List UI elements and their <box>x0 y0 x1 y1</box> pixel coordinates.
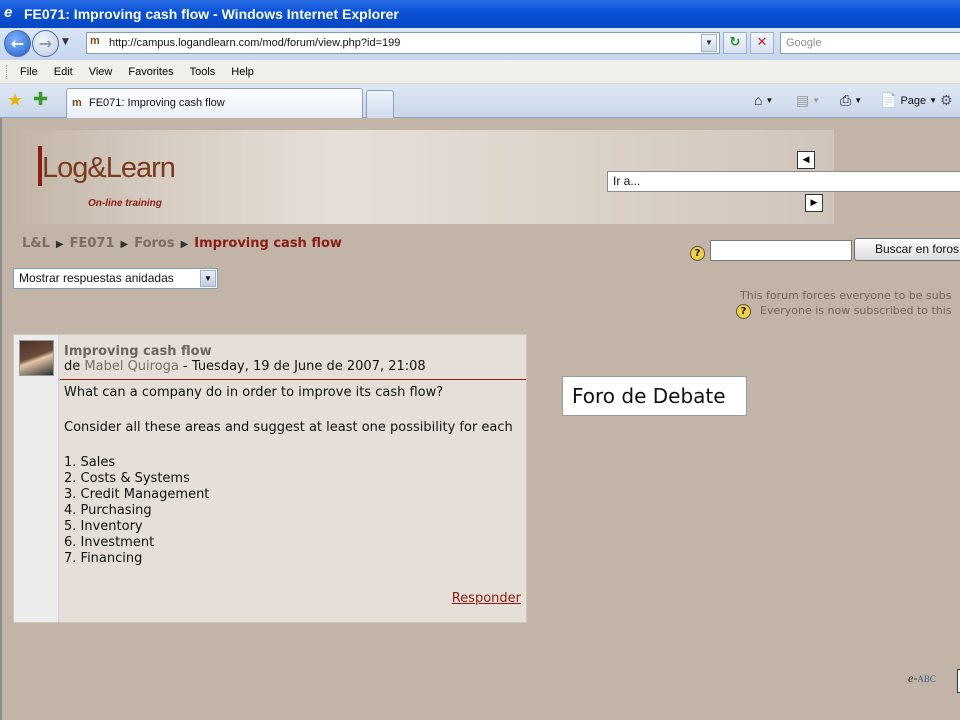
menu-view[interactable]: View <box>89 66 113 78</box>
menu-tools[interactable]: Tools <box>190 66 216 78</box>
menu-grip <box>6 65 9 79</box>
back-button[interactable]: ← <box>4 30 31 57</box>
footer-brand-logo[interactable]: e-ABC <box>908 671 936 686</box>
tools-button[interactable]: ⚙ <box>940 92 953 109</box>
list-item: 1. Sales <box>64 455 116 470</box>
nav-next-button[interactable]: ▶ <box>805 194 823 212</box>
forum-search-input[interactable] <box>710 240 852 261</box>
menu-help[interactable]: Help <box>231 66 254 78</box>
address-text: http://campus.logandlearn.com/mod/forum/… <box>109 37 401 49</box>
tab-favicon-icon: m <box>72 97 82 109</box>
refresh-button[interactable]: ↻ <box>723 32 747 54</box>
list-item: 2. Costs & Systems <box>64 471 190 486</box>
list-item: 3. Credit Management <box>64 487 210 502</box>
page-icon: 📄 <box>880 92 898 108</box>
breadcrumb-separator-icon: ▶ <box>55 239 64 250</box>
forum-post: Improving cash flow de Mabel Quiroga - T… <box>13 334 527 623</box>
help-icon[interactable]: ? <box>690 246 705 261</box>
add-favorite-icon[interactable]: ✚ <box>33 89 48 110</box>
home-dropdown-icon: ▼ <box>765 95 774 105</box>
stop-icon: ✕ <box>756 35 768 50</box>
subscription-note-forced: This forum forces everyone to be subs <box>740 289 952 302</box>
triangle-right-icon: ▶ <box>810 198 818 208</box>
address-input[interactable]: m http://campus.logandlearn.com/mod/foru… <box>86 32 720 54</box>
footer-brand-prefix: e- <box>908 671 918 685</box>
rss-feed-icon: ▤ <box>796 92 810 108</box>
list-item: 7. Financing <box>64 551 143 566</box>
tab-bar: ★ ✚ m FE071: Improving cash flow ⌂ ▼ ▤ ▼… <box>0 84 960 118</box>
feeds-dropdown-icon: ▼ <box>812 96 821 105</box>
breadcrumb-separator-icon: ▶ <box>120 239 129 250</box>
address-toolbar: ← → ▼ m http://campus.logandlearn.com/mo… <box>0 28 960 60</box>
logo-wordmark: Log&Learn <box>42 152 176 184</box>
post-body: What can a company do in order to improv… <box>64 385 526 567</box>
post-date: - Tuesday, 19 de June de 2007, 21:08 <box>183 359 426 374</box>
forward-button[interactable]: → <box>32 30 59 57</box>
breadcrumb-course[interactable]: FE071 <box>70 236 115 253</box>
page-menu-label: Page <box>900 94 927 107</box>
list-item: 6. Investment <box>64 535 155 550</box>
site-logo[interactable]: Log&Learn On-line training <box>38 146 194 216</box>
triangle-left-icon: ◀ <box>802 155 810 165</box>
page-dropdown-icon: ▼ <box>929 96 938 105</box>
post-instruction: Consider all these areas and suggest at … <box>64 420 513 435</box>
list-item: 4. Purchasing <box>64 503 152 518</box>
help-icon[interactable]: ? <box>736 304 751 319</box>
jump-to-select[interactable]: Ir a... <box>607 171 960 192</box>
home-icon: ⌂ <box>754 92 763 108</box>
ie-logo-icon: e <box>4 4 13 21</box>
logo-tagline: On-line training <box>88 198 162 209</box>
history-dropdown-icon[interactable]: ▼ <box>62 37 69 47</box>
author-link[interactable]: Mabel Quiroga <box>84 359 179 374</box>
feeds-button[interactable]: ▤ ▼ <box>796 92 820 109</box>
browser-search-input[interactable]: Google <box>780 32 960 54</box>
footer-brand-suffix: ABC <box>917 674 936 684</box>
forward-arrow-icon: → <box>38 34 53 53</box>
forum-search-button[interactable]: Buscar en foros <box>854 238 960 261</box>
menu-bar: File Edit View Favorites Tools Help <box>0 60 960 84</box>
page-menu-button[interactable]: 📄 Page ▼ <box>880 92 937 109</box>
post-question: What can a company do in order to improv… <box>64 385 444 400</box>
breadcrumb-separator-icon: ▶ <box>180 239 189 250</box>
new-tab-button[interactable] <box>366 90 394 118</box>
post-divider <box>60 379 526 380</box>
window-title: FE071: Improving cash flow - Windows Int… <box>24 6 399 22</box>
post-sidebar <box>14 335 59 622</box>
breadcrumb-home[interactable]: L&L <box>22 236 50 253</box>
print-dropdown-icon: ▼ <box>854 96 863 105</box>
window-titlebar: e FE071: Improving cash flow - Windows I… <box>0 0 960 28</box>
nav-prev-button[interactable]: ◀ <box>797 151 815 169</box>
site-favicon-icon: m <box>90 35 100 47</box>
breadcrumb: L&L ▶ FE071 ▶ Foros ▶ Improving cash flo… <box>22 236 342 253</box>
favorites-star-icon[interactable]: ★ <box>7 90 23 111</box>
gear-icon: ⚙ <box>940 92 953 108</box>
post-subject: Improving cash flow <box>64 344 212 359</box>
menu-favorites[interactable]: Favorites <box>128 66 173 78</box>
byline-prefix: de <box>64 359 81 374</box>
menu-edit[interactable]: Edit <box>54 66 73 78</box>
print-button[interactable]: ⎙ ▼ <box>840 92 862 109</box>
chevron-down-icon: ▼ <box>200 270 216 287</box>
tab-current[interactable]: m FE071: Improving cash flow <box>66 88 363 118</box>
debate-callout: Foro de Debate <box>562 376 747 416</box>
refresh-icon: ↻ <box>729 35 741 50</box>
post-byline: de Mabel Quiroga - Tuesday, 19 de June d… <box>64 359 426 374</box>
reply-link[interactable]: Responder <box>452 591 521 606</box>
breadcrumb-forums[interactable]: Foros <box>134 236 174 253</box>
avatar[interactable] <box>19 340 54 376</box>
address-dropdown-icon[interactable]: ▼ <box>701 34 717 52</box>
stop-button[interactable]: ✕ <box>750 32 774 54</box>
subscription-note-status: Everyone is now subscribed to this <box>760 304 952 317</box>
page-viewport: Log&Learn On-line training ◀ Ir a... ▶ L… <box>0 118 960 720</box>
display-mode-select[interactable]: Mostrar respuestas anidadas ▼ <box>13 268 218 289</box>
list-item: 5. Inventory <box>64 519 143 534</box>
printer-icon: ⎙ <box>840 92 852 108</box>
back-arrow-icon: ← <box>10 34 25 53</box>
breadcrumb-current: Improving cash flow <box>194 236 342 251</box>
tab-title: FE071: Improving cash flow <box>89 97 225 109</box>
display-mode-value: Mostrar respuestas anidadas <box>19 271 174 285</box>
menu-file[interactable]: File <box>20 66 38 78</box>
home-button[interactable]: ⌂ ▼ <box>754 92 773 108</box>
